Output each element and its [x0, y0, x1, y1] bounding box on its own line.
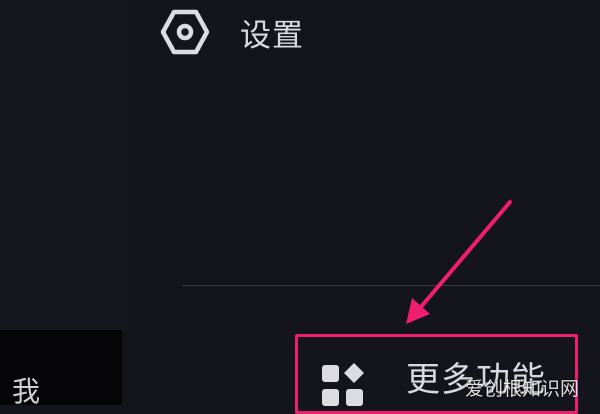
settings-label: 设置	[240, 17, 304, 54]
watermark-text: 爱创根知识网	[465, 378, 580, 400]
me-tab-label: 我	[12, 375, 41, 408]
settings-menu-item[interactable]: 设置	[160, 6, 420, 58]
section-divider	[182, 285, 600, 286]
left-sidebar-panel	[0, 0, 128, 330]
hexagon-gear-icon	[160, 9, 210, 55]
grid-apps-icon	[322, 363, 364, 406]
